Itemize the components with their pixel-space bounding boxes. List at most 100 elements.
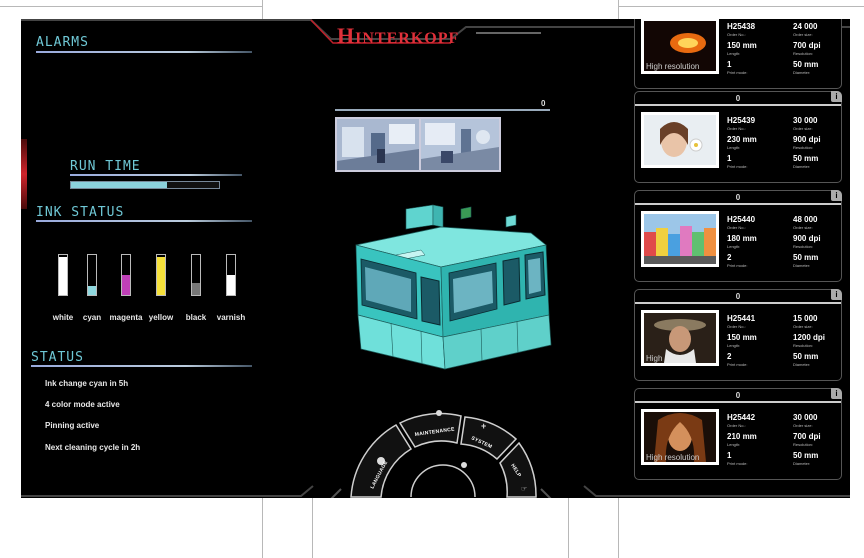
run-time-progress: [70, 181, 220, 189]
info-icon[interactable]: i: [831, 190, 842, 201]
job-divider: [635, 302, 841, 304]
status-message: Pinning active: [45, 421, 100, 430]
order-number-label: Order No.:: [727, 423, 746, 428]
hinterkopf-logo: HINTERKOPF: [337, 23, 460, 48]
status-message: 4 color mode active: [45, 400, 120, 409]
job-card-H25441[interactable]: 0 i High H25441 Order No.: 15 000 Order size: 1…: [634, 289, 842, 381]
order-number-label: Order No.:: [727, 32, 746, 37]
run-time-title: RUN TIME: [70, 159, 141, 174]
job-thumbnail[interactable]: [641, 112, 719, 168]
length-label: Length:: [727, 343, 741, 348]
info-icon[interactable]: i: [831, 289, 842, 300]
print-mode-label: Print mode:: [727, 461, 748, 466]
job-count: 0: [735, 292, 741, 301]
order-size: 30 000: [793, 116, 818, 125]
job-card-H25438[interactable]: 0iHigh resolutionH25438Order No.:24 000O…: [634, 19, 842, 89]
ink-level-fill: [227, 275, 235, 295]
red-edge-accent: [21, 139, 27, 209]
print-mode-label: Print mode:: [727, 70, 748, 75]
print-mode: 1: [727, 60, 732, 69]
status-message: Next cleaning cycle in 2h: [45, 443, 141, 452]
length-label: Length:: [727, 244, 741, 249]
order-size: 24 000: [793, 22, 818, 31]
plus-icon: +: [481, 421, 486, 431]
run-time-progress-fill: [71, 182, 168, 188]
job-card-H25440[interactable]: 0 i H25440 Order No.: 48 000 Order size: 180 m…: [634, 190, 842, 282]
order-size-label: Order size:: [793, 126, 813, 131]
maintenance-button[interactable]: MAINTENANCE: [398, 410, 462, 448]
alarms-divider: [36, 51, 252, 53]
ink-level-fill: [59, 257, 67, 295]
ink-level-fill: [157, 257, 165, 295]
order-number: H25440: [727, 215, 756, 224]
job-resolution: 900 dpi: [793, 234, 821, 243]
job-length: 230 mm: [727, 135, 757, 144]
job-thumbnail[interactable]: [641, 211, 719, 267]
print-mode: 1: [727, 451, 732, 460]
camera-feed-2[interactable]: [419, 117, 501, 172]
status-message: Ink change cyan in 5h: [45, 379, 129, 388]
ink-gauge-black: [191, 254, 201, 296]
job-list: 0iHigh resolutionH25438Order No.:24 000O…: [630, 19, 850, 498]
print-mode-label: Print mode:: [727, 263, 748, 268]
job-resolution: 700 dpi: [793, 432, 821, 441]
order-size-label: Order size:: [793, 225, 813, 230]
job-length: 210 mm: [727, 432, 757, 441]
job-length: 150 mm: [727, 41, 757, 50]
order-size: 48 000: [793, 215, 818, 224]
resolution-label: Resolution:: [793, 145, 814, 150]
thumbnail-caption: High: [646, 354, 663, 363]
job-card-H25442[interactable]: 0 i High resolution H25442 Order No.: 30 000 O…: [634, 388, 842, 480]
info-icon[interactable]: i: [831, 388, 842, 399]
order-number-label: Order No.:: [727, 324, 746, 329]
order-number: H25441: [727, 314, 756, 323]
system-button[interactable]: + SYSTEM: [460, 416, 518, 461]
job-count: 0: [735, 94, 741, 103]
print-mode-label: Print mode:: [727, 362, 748, 367]
diameter-label: Diameter:: [793, 362, 811, 367]
job-divider: [635, 104, 841, 106]
order-size: 30 000: [793, 413, 818, 422]
order-size: 15 000: [793, 314, 818, 323]
ink-label: varnish: [216, 313, 246, 322]
status-divider: [31, 365, 252, 367]
run-time-divider: [70, 174, 242, 176]
resolution-label: Resolution:: [793, 442, 814, 447]
print-mode: 1: [727, 154, 732, 163]
ink-gauge-white: [58, 254, 68, 296]
ink-status-divider: [36, 220, 252, 222]
ink-level-fill: [122, 275, 130, 295]
ink-status-title: INK STATUS: [36, 205, 125, 220]
job-thumbnail[interactable]: High: [641, 310, 719, 366]
order-number: H25442: [727, 413, 756, 422]
job-divider: [635, 203, 841, 205]
print-mode: 2: [727, 253, 732, 262]
ink-level-fill: [88, 286, 96, 295]
counter-divider: [335, 109, 550, 111]
job-card-H25439[interactable]: 0 i H25439 Order No.: 30 000 Order size: 230 m…: [634, 91, 842, 183]
ink-gauge-yellow: [156, 254, 166, 296]
job-diameter: 50 mm: [793, 253, 819, 262]
print-mode-label: Print mode:: [727, 164, 748, 169]
thumbnail-caption: High resolution: [646, 453, 700, 462]
job-count: 0: [735, 193, 741, 202]
info-icon[interactable]: i: [831, 91, 842, 102]
ink-gauge-cyan: [87, 254, 97, 296]
order-number: H25439: [727, 116, 756, 125]
guide-line: [618, 6, 864, 7]
order-number: H25438: [727, 22, 756, 31]
job-thumbnail[interactable]: High resolution: [641, 19, 719, 74]
job-count: 0: [735, 391, 741, 400]
job-resolution: 900 dpi: [793, 135, 821, 144]
ink-level-fill: [192, 283, 200, 295]
resolution-label: Resolution:: [793, 51, 814, 56]
job-thumbnail[interactable]: High resolution: [641, 409, 719, 465]
printing-machine-3d-view[interactable]: [321, 197, 561, 377]
diameter-label: Diameter:: [793, 263, 811, 268]
length-label: Length:: [727, 51, 741, 56]
job-divider: [635, 401, 841, 403]
camera-feed-1[interactable]: [335, 117, 421, 172]
diameter-label: Diameter:: [793, 164, 811, 169]
job-diameter: 50 mm: [793, 352, 819, 361]
order-size-label: Order size:: [793, 423, 813, 428]
